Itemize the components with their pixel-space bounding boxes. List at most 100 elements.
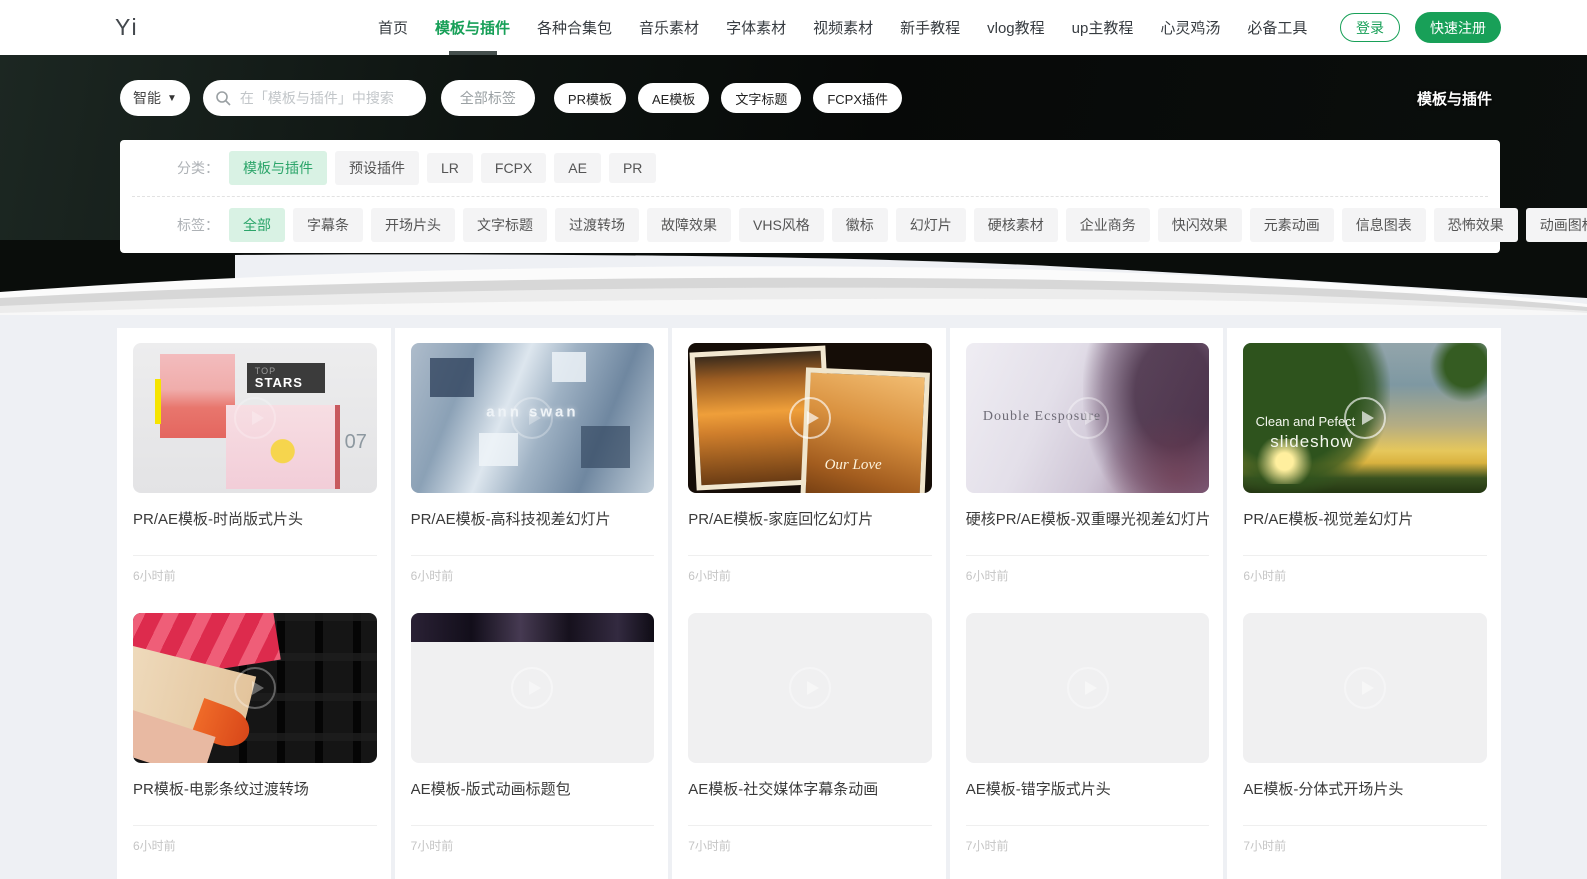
tag-pill-label: 开场片头 bbox=[385, 217, 441, 233]
template-card[interactable]: AE模板-分体式开场片头 7小时前 bbox=[1227, 598, 1501, 879]
video-thumbnail[interactable]: Our Love bbox=[688, 343, 932, 493]
site-logo[interactable]: Yi bbox=[115, 14, 139, 41]
card-timestamp: 7小时前 bbox=[966, 826, 1210, 854]
category-label: 分类： bbox=[177, 158, 219, 178]
tag-pill-label: 快闪效果 bbox=[1172, 217, 1228, 233]
tag-pill[interactable]: 开场片头 bbox=[371, 208, 455, 242]
active-tab-underline bbox=[449, 51, 497, 55]
category-pill[interactable]: 模板与插件 bbox=[229, 151, 327, 185]
template-card[interactable]: AE模板-社交媒体字幕条动画 7小时前 bbox=[672, 598, 946, 879]
tag-pill[interactable]: 字幕条 bbox=[293, 208, 363, 242]
tag-pill-label: 徽标 bbox=[846, 217, 874, 233]
tag-pill[interactable]: 企业商务 bbox=[1066, 208, 1150, 242]
template-card[interactable]: AE模板-版式动画标题包 7小时前 bbox=[395, 598, 669, 879]
quick-tag-button[interactable]: 文字标题 bbox=[721, 83, 801, 113]
search-icon bbox=[215, 90, 231, 106]
template-card[interactable]: AE模板-错字版式片头 7小时前 bbox=[950, 598, 1224, 879]
video-thumbnail[interactable]: TOP STARS 07 bbox=[133, 343, 377, 493]
card-title[interactable]: PR模板-电影条纹过渡转场 bbox=[133, 778, 377, 799]
thumb-decor bbox=[1100, 411, 1210, 494]
nav-item[interactable]: vlog教程 bbox=[987, 0, 1045, 55]
nav-item[interactable]: 心灵鸡汤 bbox=[1160, 0, 1220, 55]
template-card[interactable]: ann swan PR/AE模板-高科技视差幻灯片 6小时前 bbox=[395, 328, 669, 598]
login-button[interactable]: 登录 bbox=[1340, 13, 1400, 42]
nav-item[interactable]: 首页 bbox=[378, 0, 408, 55]
tag-pill[interactable]: 信息图表 bbox=[1342, 208, 1426, 242]
category-pill-label: 预设插件 bbox=[349, 160, 405, 176]
template-card[interactable]: TOP STARS 07 PR/AE模板-时尚版式片头 6小时前 bbox=[117, 328, 391, 598]
search-mode-select[interactable]: 智能 ▼ bbox=[120, 80, 190, 116]
card-title[interactable]: PR/AE模板-高科技视差幻灯片 bbox=[411, 508, 655, 529]
card-title[interactable]: PR/AE模板-时尚版式片头 bbox=[133, 508, 377, 529]
search-input[interactable] bbox=[238, 89, 414, 107]
all-tags-button[interactable]: 全部标签 bbox=[441, 80, 535, 116]
play-icon bbox=[789, 397, 831, 439]
card-timestamp: 6小时前 bbox=[1243, 556, 1487, 584]
tag-pill[interactable]: 全部 bbox=[229, 208, 285, 242]
nav-item[interactable]: 新手教程 bbox=[900, 0, 960, 55]
category-pill-label: FCPX bbox=[495, 160, 532, 176]
nav-item-label: 音乐素材 bbox=[639, 17, 699, 38]
tag-pill[interactable]: 过渡转场 bbox=[555, 208, 639, 242]
tag-pill-label: 文字标题 bbox=[477, 217, 533, 233]
search-box[interactable] bbox=[203, 80, 426, 116]
template-card[interactable]: Our Love PR/AE模板-家庭回忆幻灯片 6小时前 bbox=[672, 328, 946, 598]
tag-pill[interactable]: 文字标题 bbox=[463, 208, 547, 242]
card-title[interactable]: AE模板-分体式开场片头 bbox=[1243, 778, 1487, 799]
video-thumbnail[interactable] bbox=[688, 613, 932, 763]
tag-pill-label: 恐怖效果 bbox=[1448, 217, 1504, 233]
play-icon bbox=[1067, 397, 1109, 439]
category-pill[interactable]: LR bbox=[427, 153, 473, 183]
thumb-overlay-text: Clean and Pefect bbox=[1256, 414, 1356, 429]
tag-pill[interactable]: 恐怖效果 bbox=[1434, 208, 1518, 242]
template-card[interactable]: Double Ecsposure 硬核PR/AE模板-双重曝光视差幻灯片 6小时… bbox=[950, 328, 1224, 598]
card-timestamp: 6小时前 bbox=[411, 556, 655, 584]
card-title[interactable]: AE模板-社交媒体字幕条动画 bbox=[688, 778, 932, 799]
tag-pill[interactable]: 故障效果 bbox=[647, 208, 731, 242]
category-pill[interactable]: AE bbox=[554, 153, 601, 183]
nav-item[interactable]: 模板与插件 bbox=[435, 0, 510, 55]
video-thumbnail[interactable]: Double Ecsposure bbox=[966, 343, 1210, 493]
chevron-down-icon: ▼ bbox=[167, 93, 177, 104]
card-timestamp: 6小时前 bbox=[133, 826, 377, 854]
category-pill[interactable]: PR bbox=[609, 153, 656, 183]
video-thumbnail[interactable] bbox=[133, 613, 377, 763]
nav-item[interactable]: 音乐素材 bbox=[639, 0, 699, 55]
category-pill[interactable]: 预设插件 bbox=[335, 151, 419, 185]
quick-tag-button[interactable]: PR模板 bbox=[554, 83, 626, 113]
card-title[interactable]: 硬核PR/AE模板-双重曝光视差幻灯片 bbox=[966, 508, 1210, 529]
tag-pill[interactable]: VHS风格 bbox=[739, 208, 824, 242]
tag-pill[interactable]: 动画图标 bbox=[1526, 208, 1587, 242]
tag-pill[interactable]: 快闪效果 bbox=[1158, 208, 1242, 242]
video-thumbnail[interactable]: Clean and Pefect slideshow bbox=[1243, 343, 1487, 493]
nav-item[interactable]: 各种合集包 bbox=[537, 0, 612, 55]
tag-pill-label: 动画图标 bbox=[1540, 217, 1587, 233]
register-button[interactable]: 快速注册 bbox=[1415, 12, 1501, 43]
tag-pill[interactable]: 硬核素材 bbox=[974, 208, 1058, 242]
thumb-overlay-text: STARS bbox=[255, 375, 303, 390]
quick-tag-button[interactable]: FCPX插件 bbox=[813, 83, 902, 113]
card-title[interactable]: AE模板-错字版式片头 bbox=[966, 778, 1210, 799]
tag-pill[interactable]: 幻灯片 bbox=[896, 208, 966, 242]
card-title[interactable]: PR/AE模板-视觉差幻灯片 bbox=[1243, 508, 1487, 529]
template-card[interactable]: Clean and Pefect slideshow PR/AE模板-视觉差幻灯… bbox=[1227, 328, 1501, 598]
video-thumbnail[interactable]: ann swan bbox=[411, 343, 655, 493]
nav-item[interactable]: 字体素材 bbox=[726, 0, 786, 55]
tag-pills: 全部 字幕条 开场片头 文字标题 过渡转场 故障效果 VHS风格 徽标 幻灯片 bbox=[229, 208, 1587, 242]
tag-pill[interactable]: 元素动画 bbox=[1250, 208, 1334, 242]
category-pill[interactable]: FCPX bbox=[481, 153, 546, 183]
nav-item[interactable]: 视频素材 bbox=[813, 0, 873, 55]
thumb-overlay-text: slideshow bbox=[1270, 432, 1354, 452]
video-thumbnail[interactable] bbox=[411, 613, 655, 763]
tag-pill[interactable]: 徽标 bbox=[832, 208, 888, 242]
template-card[interactable]: PR模板-电影条纹过渡转场 6小时前 bbox=[117, 598, 391, 879]
nav-item[interactable]: up主教程 bbox=[1072, 0, 1134, 55]
play-icon bbox=[234, 397, 276, 439]
nav-item[interactable]: 必备工具 bbox=[1247, 0, 1307, 55]
card-title[interactable]: PR/AE模板-家庭回忆幻灯片 bbox=[688, 508, 932, 529]
card-title[interactable]: AE模板-版式动画标题包 bbox=[411, 778, 655, 799]
quick-tag-button[interactable]: AE模板 bbox=[638, 83, 709, 113]
quick-tag-label: 文字标题 bbox=[735, 92, 787, 107]
video-thumbnail[interactable] bbox=[966, 613, 1210, 763]
video-thumbnail[interactable] bbox=[1243, 613, 1487, 763]
